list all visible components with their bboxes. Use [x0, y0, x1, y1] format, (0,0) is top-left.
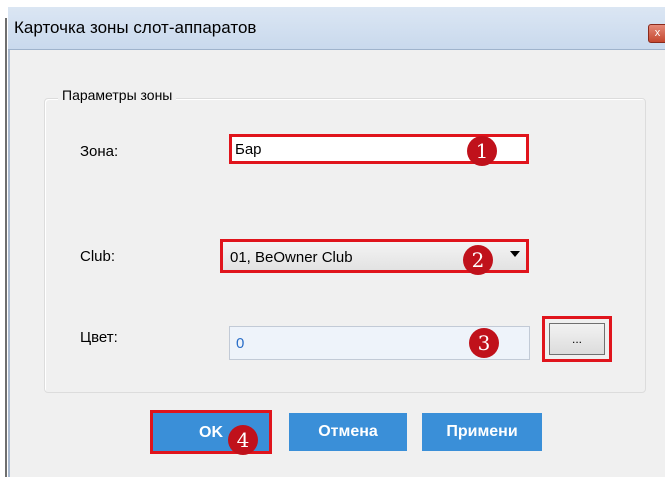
marker-4: 4 [228, 425, 258, 455]
background-window-border [5, 18, 7, 477]
marker-3: 3 [469, 328, 499, 358]
marker-2: 2 [463, 245, 493, 275]
zone-label: Зона: [80, 143, 119, 160]
cancel-button[interactable]: Отмена [289, 413, 407, 451]
dropdown-arrow-icon[interactable] [510, 251, 520, 257]
marker-1: 1 [467, 136, 497, 166]
color-picker-button[interactable]: ... [542, 316, 612, 362]
dialog-body: Параметры зоны Зона: Бар 1 Club: 01, BeO… [8, 50, 665, 477]
color-label: Цвет: [80, 329, 118, 346]
apply-button[interactable]: Примени [422, 413, 542, 451]
club-label: Club: [80, 248, 116, 265]
title-bar[interactable]: Карточка зоны слот-аппаратов x [8, 7, 665, 50]
window-title: Карточка зоны слот-аппаратов [14, 18, 257, 37]
zone-card-dialog: Карточка зоны слот-аппаратов x Параметры… [8, 7, 665, 477]
color-picker-label: ... [549, 323, 605, 355]
close-icon[interactable]: x [648, 24, 665, 43]
zone-parameters-legend: Параметры зоны [58, 87, 177, 103]
club-selected-value: 01, BeOwner Club [230, 249, 353, 266]
